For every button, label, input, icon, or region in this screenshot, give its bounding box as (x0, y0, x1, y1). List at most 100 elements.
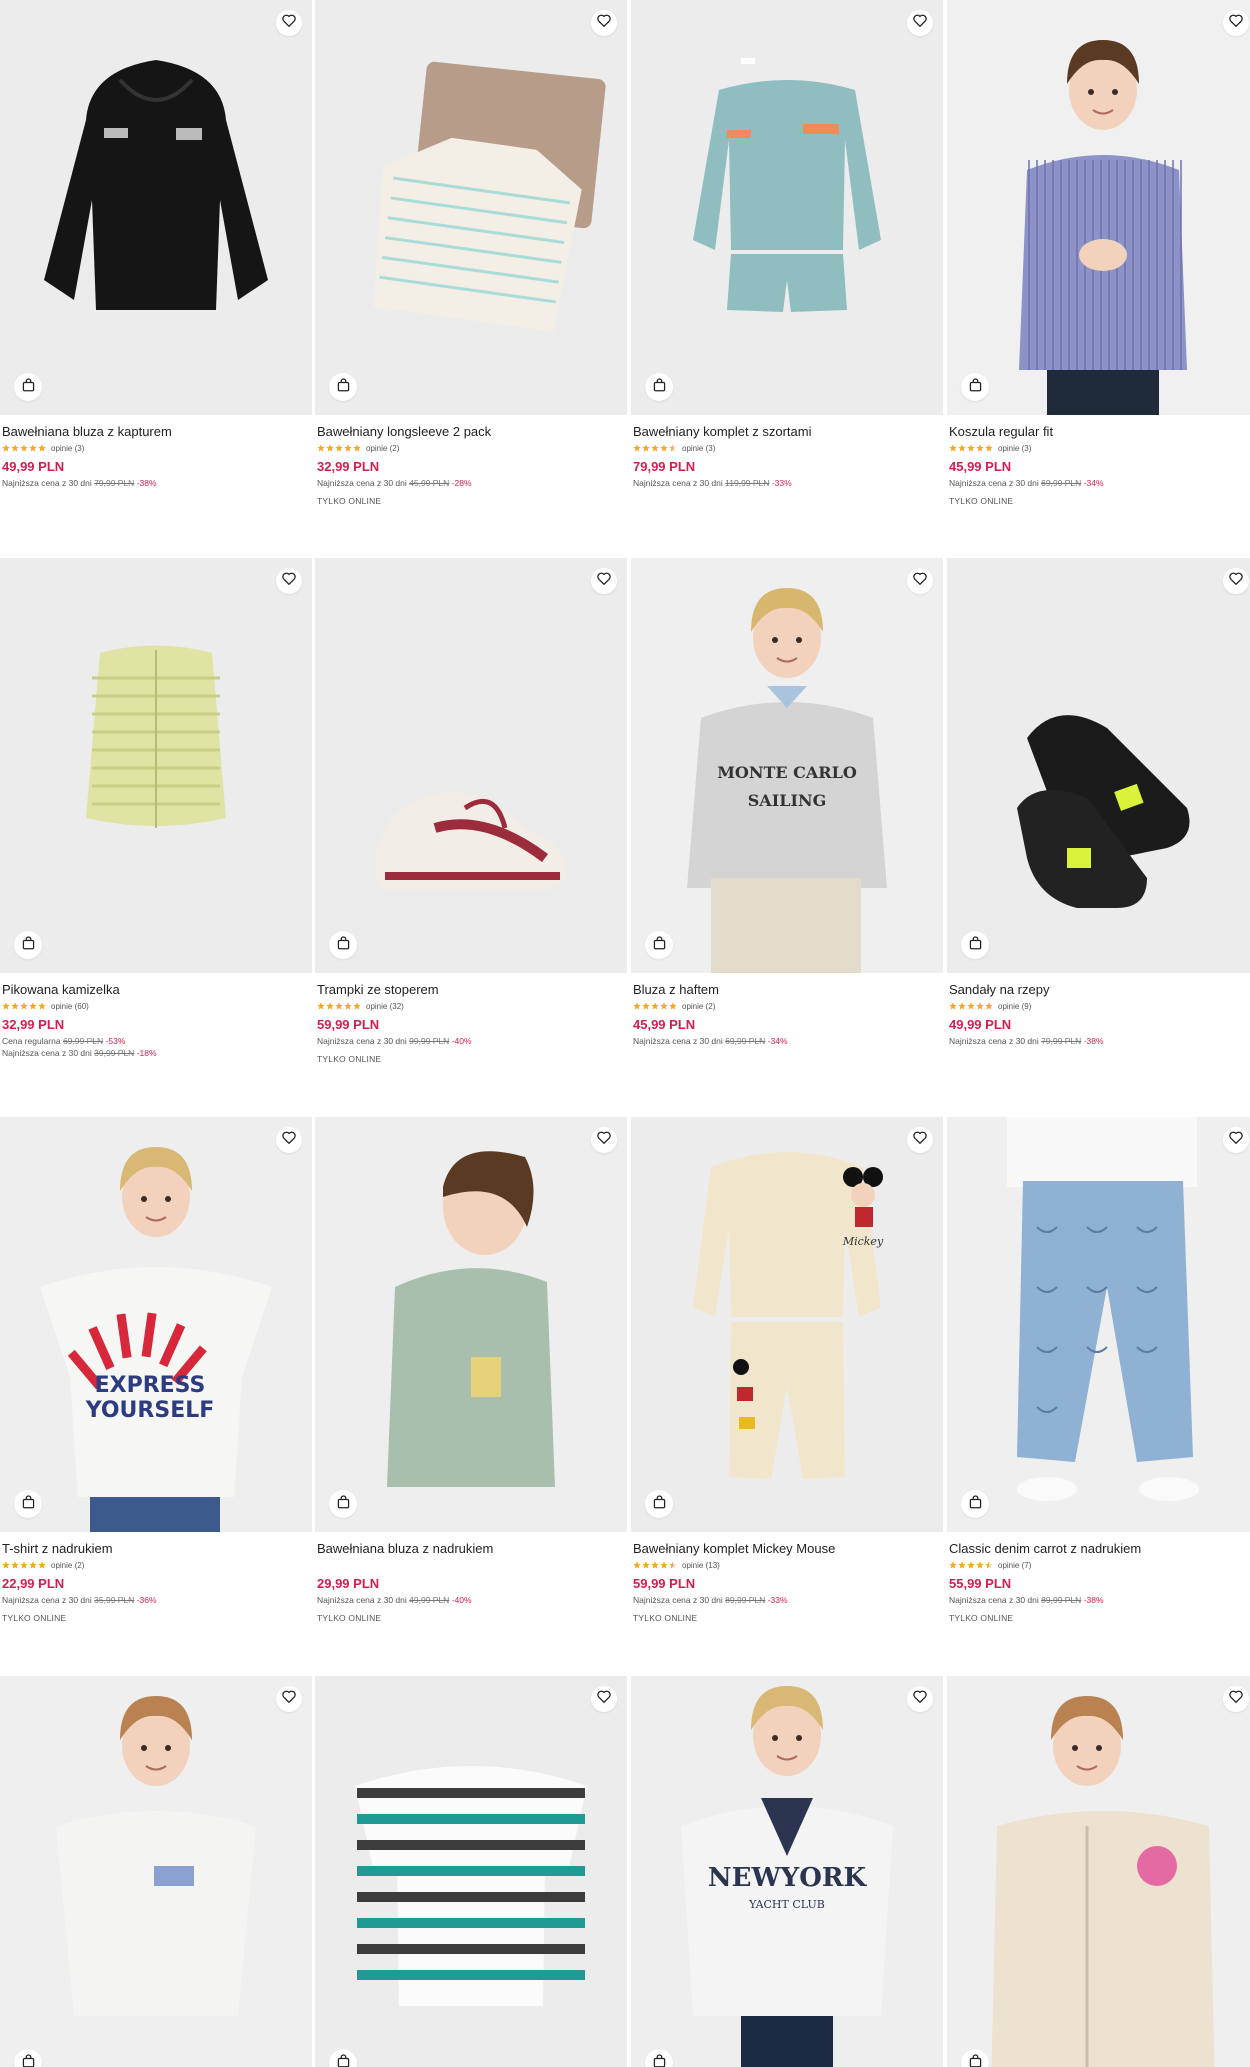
star-icon (11, 1002, 19, 1010)
add-to-cart-button[interactable] (14, 373, 42, 401)
product-info: Bawełniana bluza z nadrukiem 29,99 PLN Naj… (317, 1541, 622, 1623)
product-price: 32,99 PLN (2, 1017, 65, 1032)
favorite-button[interactable] (276, 568, 302, 594)
product-name[interactable]: T-shirt z nadrukiem (2, 1541, 307, 1557)
product-card[interactable]: NEWYORK YACHT CLUB (631, 1676, 943, 2067)
review-count[interactable]: opinie (2) (682, 1002, 715, 1011)
product-name[interactable]: Classic denim carrot z nadrukiem (949, 1541, 1250, 1557)
product-rating: opinie (9) (949, 1001, 1250, 1011)
product-card[interactable]: Sandały na rzepy opinie (9) 49,99 PLN Naj… (947, 558, 1250, 1098)
product-name[interactable]: Bawełniany longsleeve 2 pack (317, 424, 622, 440)
product-image[interactable] (315, 0, 627, 415)
add-to-cart-button[interactable] (329, 931, 357, 959)
add-to-cart-button[interactable] (961, 1490, 989, 1518)
product-image[interactable]: Mickey (631, 1117, 943, 1532)
add-to-cart-button[interactable] (645, 1490, 673, 1518)
review-count[interactable]: opinie (3) (682, 444, 715, 453)
lowest-price-old: 89,99 PLN (725, 1595, 766, 1605)
product-image[interactable]: NEWYORK YACHT CLUB (631, 1676, 943, 2067)
product-card[interactable]: Koszula regular fit opinie (3) 45,99 PLN… (947, 0, 1250, 540)
favorite-button[interactable] (907, 568, 933, 594)
lowest-price-discount: -34% (767, 1036, 788, 1046)
product-image[interactable] (0, 1676, 312, 2067)
star-icon (326, 444, 334, 452)
favorite-button[interactable] (907, 1127, 933, 1153)
product-card[interactable]: Trampki ze stoperem opinie (32) 59,99 PL… (315, 558, 627, 1098)
review-count[interactable]: opinie (60) (51, 1002, 89, 1011)
product-card[interactable]: Bawełniany komplet z szortami opinie (3)… (631, 0, 943, 540)
favorite-button[interactable] (1223, 568, 1249, 594)
product-image[interactable] (947, 1676, 1250, 2067)
add-to-cart-button[interactable] (645, 373, 673, 401)
product-card[interactable]: Mickey Bawełniany komplet Mickey Mouse o… (631, 1117, 943, 1657)
add-to-cart-button[interactable] (645, 931, 673, 959)
product-name[interactable]: Koszula regular fit (949, 424, 1250, 440)
add-to-cart-button[interactable] (329, 1490, 357, 1518)
review-count[interactable]: opinie (3) (998, 444, 1031, 453)
product-rating: opinie (2) (2, 1560, 307, 1570)
add-to-cart-button[interactable] (14, 931, 42, 959)
favorite-button[interactable] (1223, 1127, 1249, 1153)
product-image[interactable] (631, 0, 943, 415)
product-name[interactable]: Bluza z haftem (633, 982, 938, 998)
product-image[interactable] (315, 1676, 627, 2067)
product-card[interactable]: Bawełniana bluza z kapturem opinie (3) 4… (0, 0, 312, 540)
product-image[interactable] (315, 1117, 627, 1532)
review-count[interactable]: opinie (9) (998, 1002, 1031, 1011)
product-card[interactable]: Bawełniana bluza z nadrukiem 29,99 PLN Naj… (315, 1117, 627, 1657)
product-image[interactable]: EXPRESS YOURSELF (0, 1117, 312, 1532)
favorite-button[interactable] (591, 568, 617, 594)
product-name[interactable]: Sandały na rzepy (949, 982, 1250, 998)
star-icon (958, 1002, 966, 1010)
product-name[interactable]: Bawełniana bluza z nadrukiem (317, 1541, 622, 1557)
lowest-price-line: Najniższa cena z 30 dni 89,99 PLN -33% (633, 1595, 938, 1606)
review-count[interactable]: opinie (3) (51, 444, 84, 453)
product-card[interactable] (947, 1676, 1250, 2067)
review-count[interactable]: opinie (32) (366, 1002, 404, 1011)
product-name[interactable]: Bawełniana bluza z kapturem (2, 424, 307, 440)
review-count[interactable]: opinie (2) (51, 1561, 84, 1570)
product-image[interactable]: MONTE CARLO SAILING (631, 558, 943, 973)
review-count[interactable]: opinie (2) (366, 444, 399, 453)
favorite-button[interactable] (591, 10, 617, 36)
star-icon (317, 444, 325, 452)
product-image[interactable] (947, 558, 1250, 973)
review-count[interactable]: opinie (7) (998, 1561, 1031, 1570)
product-rating: opinie (2) (633, 1001, 938, 1011)
product-card[interactable]: MONTE CARLO SAILING Bluza z haftem opini… (631, 558, 943, 1098)
favorite-button[interactable] (276, 1686, 302, 1712)
favorite-button[interactable] (907, 10, 933, 36)
product-name[interactable]: Pikowana kamizelka (2, 982, 307, 998)
product-image[interactable] (315, 558, 627, 973)
favorite-button[interactable] (1223, 10, 1249, 36)
favorite-button[interactable] (591, 1686, 617, 1712)
product-name[interactable]: Bawełniany komplet z szortami (633, 424, 938, 440)
product-image[interactable] (0, 0, 312, 415)
product-photo (374, 792, 565, 890)
product-card[interactable]: Classic denim carrot z nadrukiem opinie … (947, 1117, 1250, 1657)
add-to-cart-button[interactable] (961, 931, 989, 959)
product-card[interactable]: Bawełniany longsleeve 2 pack opinie (2) … (315, 0, 627, 540)
add-to-cart-button[interactable] (14, 1490, 42, 1518)
product-name[interactable]: Bawełniany komplet Mickey Mouse (633, 1541, 938, 1557)
product-card[interactable] (0, 1676, 312, 2067)
shopping-bag-icon (22, 2053, 35, 2067)
add-to-cart-button[interactable] (961, 373, 989, 401)
product-card[interactable] (315, 1676, 627, 2067)
favorite-button[interactable] (276, 10, 302, 36)
product-image[interactable] (0, 558, 312, 973)
favorite-button[interactable] (591, 1127, 617, 1153)
regular-price-discount: -53% (105, 1036, 126, 1046)
favorite-button[interactable] (276, 1127, 302, 1153)
favorite-button[interactable] (1223, 1686, 1249, 1712)
favorite-button[interactable] (907, 1686, 933, 1712)
product-image[interactable] (947, 0, 1250, 415)
product-card[interactable]: Pikowana kamizelka opinie (60) 32,99 PLN… (0, 558, 312, 1098)
star-icon (985, 1561, 993, 1569)
product-card[interactable]: EXPRESS YOURSELF T-shirt z nadrukiem opi… (0, 1117, 312, 1657)
review-count[interactable]: opinie (13) (682, 1561, 720, 1570)
heart-outline-icon (282, 1131, 296, 1149)
add-to-cart-button[interactable] (329, 373, 357, 401)
product-image[interactable] (947, 1117, 1250, 1532)
product-name[interactable]: Trampki ze stoperem (317, 982, 622, 998)
